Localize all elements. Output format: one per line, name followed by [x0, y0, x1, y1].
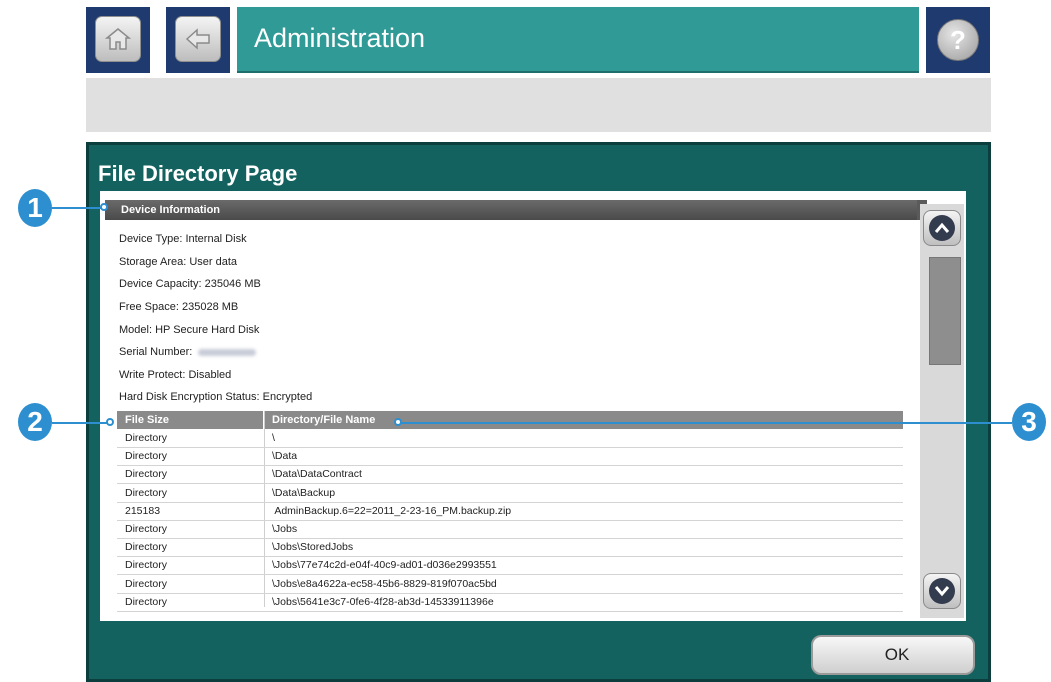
table-row[interactable]: Directory \Jobs [117, 520, 903, 539]
help-button[interactable]: ? [926, 7, 990, 73]
ok-button[interactable]: OK [811, 635, 975, 675]
help-icon: ? [937, 19, 979, 61]
device-type: Device Type: Internal Disk [119, 233, 247, 245]
chevron-down-icon [929, 578, 955, 604]
file-name-cell: \Jobs [272, 523, 298, 535]
device-capacity: Device Capacity: 235046 MB [119, 278, 261, 290]
table-row[interactable]: Directory \Jobs\5641e3c7-0fe6-4f28-ab3d-1… [117, 593, 903, 612]
table-row[interactable]: Directory \Data\DataContract [117, 465, 903, 485]
callout-1-pointer [100, 203, 108, 211]
callout-2: 2 [18, 403, 52, 441]
file-name-cell: \Data\Backup [272, 486, 336, 499]
callout-1: 1 [18, 189, 52, 227]
table-row[interactable]: Directory \Data\Backup [117, 484, 903, 503]
callout-2-pointer [106, 418, 114, 426]
file-name-cell: \Jobs\e8a4622a-ec58-45b6-8829-819f070ac5… [272, 577, 497, 590]
title-bar: Administration [237, 7, 919, 73]
back-button[interactable] [166, 7, 230, 73]
callout-2-leader [52, 422, 110, 424]
status-band [86, 78, 991, 132]
table-row[interactable]: Directory \ [117, 429, 903, 448]
table-row[interactable]: Directory \Jobs\StoredJobs [117, 538, 903, 558]
file-size-cell: Directory [125, 595, 168, 608]
table-row[interactable]: 215183 AdminBackup.6=22=2011_2-23-16_PM.… [117, 502, 903, 521]
file-name-cell: \Jobs\5641e3c7-0fe6-4f28-ab3d-1453391139… [272, 595, 494, 608]
file-name-cell: \Jobs\77e74c2d-e04f-40c9-ad01-d036e29935… [272, 559, 497, 572]
table-row[interactable]: Directory \Jobs\e8a4622a-ec58-45b6-8829-8… [117, 575, 903, 594]
storage-area: Storage Area: User data [119, 256, 238, 268]
file-name-cell: \Jobs\StoredJobs [272, 541, 354, 554]
table-row[interactable]: Directory \Jobs\77e74c2d-e04f-40c9-ad01-d… [117, 556, 903, 576]
model: Model: HP Secure Hard Disk [119, 324, 260, 336]
free-space: Free Space: 235028 MB [119, 301, 239, 313]
file-name-cell: \Data [272, 450, 298, 463]
scroll-content: Device Information Device Type: Internal… [100, 191, 966, 621]
home-button[interactable] [86, 7, 150, 73]
file-size-cell: 215183 [125, 504, 161, 517]
scroll-up-button[interactable] [923, 210, 961, 246]
file-name-cell: \Data\DataContract [272, 468, 362, 481]
page-title: Administration [254, 23, 426, 53]
table-row[interactable]: Directory \Data [117, 447, 903, 467]
file-directory-panel: File Directory Page Device Information D… [86, 142, 991, 682]
file-size-cell: Directory [125, 450, 168, 463]
file-name-cell: \ [272, 432, 275, 444]
file-size-cell: Directory [125, 541, 168, 554]
back-arrow-icon [175, 16, 221, 62]
callout-3-leader [398, 422, 1012, 424]
serial-number: Serial Number: [119, 346, 257, 358]
device-info-header: Device Information [105, 200, 917, 220]
write-protect: Write Protect: Disabled [119, 369, 232, 381]
serial-number-label: Serial Number: [119, 346, 193, 358]
file-size-cell: Directory [125, 468, 168, 481]
encryption-status: Hard Disk Encryption Status: Encrypted [119, 391, 313, 403]
file-size-cell: Directory [125, 523, 168, 535]
scrollbar-thumb[interactable] [929, 257, 961, 365]
file-size-cell: Directory [125, 432, 168, 444]
callout-1-leader [52, 207, 104, 209]
scroll-down-button[interactable] [923, 573, 961, 609]
file-name-cell: AdminBackup.6=22=2011_2-23-16_PM.backup.… [272, 504, 512, 517]
callout-3: 3 [1012, 403, 1046, 441]
home-icon [95, 16, 141, 62]
file-size-cell: Directory [125, 577, 168, 590]
serial-number-redacted [198, 348, 257, 356]
column-header-name: Directory/File Name [265, 411, 903, 429]
file-size-cell: Directory [125, 559, 168, 572]
column-header-file-size: File Size [117, 411, 263, 429]
chevron-up-icon [929, 215, 955, 241]
panel-title: File Directory Page [98, 161, 298, 186]
file-size-cell: Directory [125, 486, 168, 499]
callout-3-pointer [394, 418, 402, 426]
